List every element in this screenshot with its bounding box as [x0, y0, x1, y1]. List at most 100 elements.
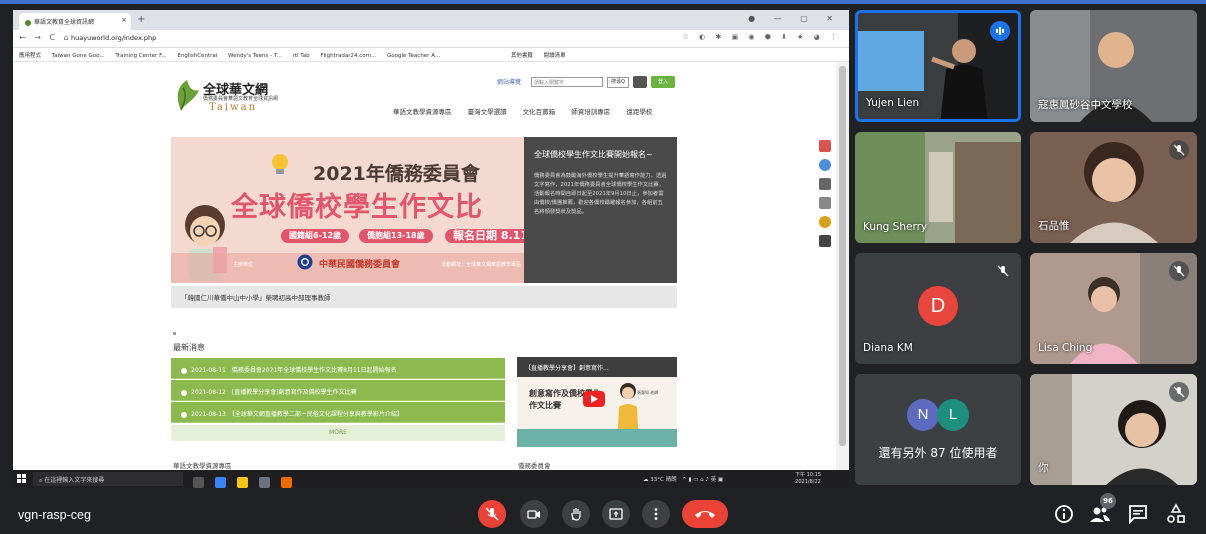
- camera-icon: [527, 510, 540, 519]
- pen-icon[interactable]: [819, 235, 831, 247]
- chat-icon: [1129, 505, 1147, 525]
- site-logo-subtitle: 僑務委員會華語文教育全球資訊網: [203, 96, 279, 102]
- app-icon[interactable]: [259, 477, 271, 488]
- news-marker: [173, 332, 176, 335]
- window-controls[interactable]: ● — ▢ ✕: [748, 14, 841, 23]
- page-scrollbar[interactable]: [836, 62, 849, 470]
- news-item[interactable]: 2021-08-12 [直播教學分享會]創意寫作及僑校學生作文比賽: [171, 380, 505, 401]
- news-more-button[interactable]: MORE: [171, 425, 505, 441]
- news-date: 2021-08-11: [191, 367, 226, 374]
- hand-icon: [571, 508, 581, 521]
- site-nav-item[interactable]: 臺灣文學選讀: [468, 108, 507, 116]
- camera-toggle-button[interactable]: [520, 500, 548, 528]
- participant-tile[interactable]: Lisa Ching: [1030, 253, 1197, 364]
- banner-line-2: 全球僑校學生作文比: [231, 192, 483, 223]
- bookmark-item[interactable]: 其他書籤: [511, 53, 533, 59]
- bookmark-item[interactable]: 應用程式: [19, 53, 41, 59]
- news-date: 2021-08-12: [191, 389, 226, 396]
- participant-tile[interactable]: 你: [1030, 374, 1197, 485]
- present-screen-button[interactable]: [602, 500, 630, 528]
- bookmark-item[interactable]: rtl Tab: [293, 53, 310, 59]
- bookmark-item[interactable]: 閱讀清單: [544, 53, 566, 59]
- taskbar-clock[interactable]: 下午 10:15 2021/8/22: [795, 472, 821, 486]
- participant-tile[interactable]: 石品惟: [1030, 132, 1197, 243]
- section-heading-resources: 華語文教學資源專區: [173, 462, 232, 470]
- banner-caption[interactable]: 「韓國仁川華僑中山中小學」榮聘初高中部理事教師: [171, 286, 677, 308]
- bookmark-item[interactable]: EnglishCentral: [177, 53, 217, 59]
- mic-toggle-button[interactable]: [478, 500, 506, 528]
- site-nav-item[interactable]: 文化百寶箱: [523, 108, 556, 116]
- mic-off-icon: [1169, 140, 1189, 160]
- bookmark-item[interactable]: Taiwan Gone Goo...: [52, 53, 105, 59]
- bookmark-item[interactable]: Training Center F...: [115, 53, 166, 59]
- news-heading: 最新消息: [173, 343, 205, 352]
- video-thumbnail[interactable]: 【直播教學分享會】創意寫作... 創意寫作及僑校學生 作文比賽 張惠如 老師: [517, 357, 677, 447]
- participant-tile[interactable]: Kung Sherry: [855, 132, 1021, 243]
- play-button-icon[interactable]: [583, 391, 605, 407]
- scrollbar-thumb[interactable]: [839, 66, 846, 446]
- login-button[interactable]: 登入: [651, 76, 675, 88]
- user-icon[interactable]: [633, 76, 647, 88]
- leave-call-button[interactable]: [682, 500, 728, 528]
- participant-tile[interactable]: D Diana KM: [855, 253, 1021, 364]
- browser-tab[interactable]: 華語文教育全球資訊網 ×: [19, 13, 131, 30]
- banner-line-1: 2021年僑務委員會: [313, 163, 480, 185]
- participant-tile[interactable]: Yujen Lien: [855, 10, 1021, 122]
- navigation-buttons[interactable]: ← → C ⌂: [19, 33, 72, 42]
- participant-tile[interactable]: 寇惠鳳砂谷中文學校: [1030, 10, 1197, 122]
- firefox-icon[interactable]: [281, 477, 293, 488]
- windows-start-icon[interactable]: [17, 474, 27, 484]
- address-bar-row: ← → C ⌂ huayuworld.org/index.php ☆ ◐ ✱ ▣…: [13, 30, 849, 48]
- site-search-button[interactable]: 搜尋Q: [607, 77, 629, 88]
- system-tray[interactable]: ☁ 33°C 晴朗 ^ ▮ ▭ ⌂ ♪ 英 ▣: [643, 475, 723, 483]
- people-icon[interactable]: [819, 159, 831, 171]
- bookmark-item[interactable]: Google Teacher A...: [387, 53, 440, 59]
- participant-name: Lisa Ching: [1038, 342, 1093, 354]
- carousel-dots[interactable]: [429, 273, 449, 277]
- news-text: 【全球華文網直播教學二部－民俗文化課程分享與教學影片介紹】: [231, 411, 403, 418]
- site-search-input[interactable]: 請輸入關鍵字: [531, 77, 603, 87]
- chrome-icon[interactable]: [215, 477, 227, 488]
- mic-off-icon: [1169, 382, 1189, 402]
- bookmark-item[interactable]: Flightradar24.com...: [320, 53, 376, 59]
- taskbar-search[interactable]: ⌕ 在這裡輸入文字來搜尋: [33, 472, 183, 486]
- raise-hand-button[interactable]: [562, 500, 590, 528]
- chat-button[interactable]: [1126, 502, 1150, 526]
- site-nav-item[interactable]: 華語文教學資源專區: [393, 108, 452, 116]
- mic-off-icon: [1169, 261, 1189, 281]
- others-tile[interactable]: N L 還有另外 87 位使用者: [855, 374, 1021, 485]
- new-tab-icon[interactable]: +: [137, 14, 145, 25]
- clock-time: 下午 10:15: [795, 472, 821, 478]
- weather-text: 33°C 晴朗: [650, 477, 677, 483]
- participant-count-badge: 96: [1100, 493, 1116, 509]
- video-footer-wave: [517, 429, 677, 447]
- annotate-icon[interactable]: [819, 140, 831, 152]
- participant-name: 石品惟: [1038, 220, 1070, 232]
- banner-pill-age2: 僑胞組13-18歲: [359, 229, 433, 243]
- more-options-button[interactable]: [642, 500, 670, 528]
- lightbulb-icon: [272, 154, 288, 174]
- contest-banner[interactable]: 2021年僑務委員會 全球僑校學生作文比 國籍組6-12歲 僑胞組13-18歲 …: [171, 137, 524, 283]
- site-map-link[interactable]: 網站導覽: [497, 77, 521, 86]
- task-view-icon[interactable]: [193, 477, 204, 488]
- site-nav-item[interactable]: 師資培訓專區: [571, 108, 610, 116]
- move-icon[interactable]: [819, 197, 831, 209]
- meeting-details-button[interactable]: [1052, 502, 1076, 526]
- bookmark-item[interactable]: Wendy's Teens - T...: [228, 53, 282, 59]
- url-field[interactable]: huayuworld.org/index.php: [71, 34, 156, 42]
- video-title-bar: 【直播教學分享會】創意寫作...: [517, 357, 677, 377]
- settings-icon[interactable]: [819, 216, 831, 228]
- close-tab-icon[interactable]: ×: [121, 16, 127, 24]
- speaking-indicator-icon: [990, 21, 1010, 41]
- folder-icon[interactable]: [237, 477, 249, 488]
- tab-title: 華語文教育全球資訊網: [34, 19, 95, 26]
- screenshot-icon[interactable]: [819, 178, 831, 190]
- site-logo-icon: [177, 80, 199, 111]
- news-item[interactable]: 2021-08-13 【全球華文網直播教學二部－民俗文化課程分享與教學影片介紹】: [171, 402, 505, 423]
- participant-name: 你: [1038, 462, 1049, 474]
- extension-icons[interactable]: ☆ ◐ ✱ ▣ ◉ ⬢ ⬇ ★ ◕ ⋮: [683, 33, 841, 41]
- activities-button[interactable]: [1164, 502, 1188, 526]
- banner-pill-date: 報名日期 8.11-9.: [445, 229, 524, 243]
- news-item[interactable]: 2021-08-11 僑務委員會2021年全球僑校學生作文比賽8月11日起開始報…: [171, 358, 505, 379]
- site-nav-item[interactable]: 遠距學校: [626, 108, 652, 116]
